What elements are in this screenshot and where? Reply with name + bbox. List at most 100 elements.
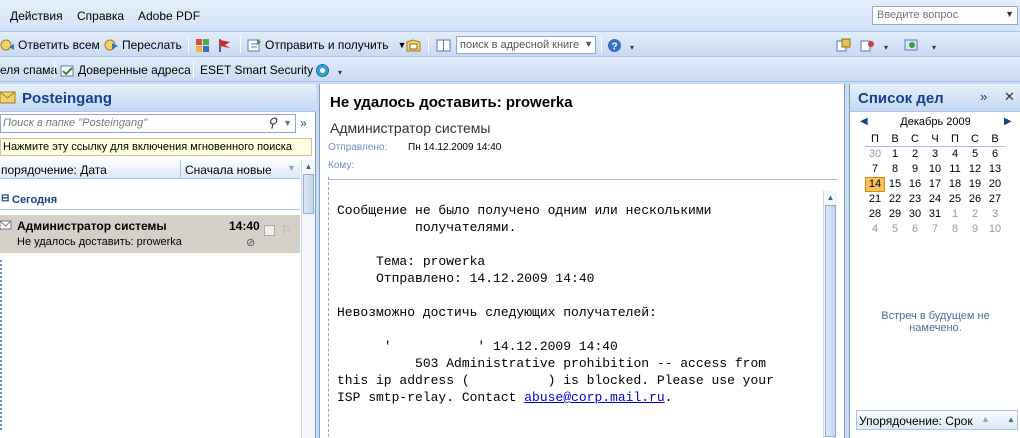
- help-button[interactable]: ?: [607, 36, 625, 54]
- message-row[interactable]: Администратор системы 14:40 Не удалось д…: [0, 215, 300, 253]
- calendar-day[interactable]: 21: [865, 192, 885, 207]
- calendar-day[interactable]: 8: [885, 162, 905, 177]
- calendar-day[interactable]: 12: [965, 162, 985, 177]
- scroll-up-icon[interactable]: ▲: [825, 192, 836, 204]
- calendar-day[interactable]: 11: [945, 162, 965, 177]
- calendar-day[interactable]: 26: [965, 192, 985, 207]
- todo-header: Список дел » ✕: [850, 84, 1020, 112]
- calendar-day[interactable]: 28: [865, 207, 885, 222]
- calendar-day[interactable]: 4: [865, 222, 885, 237]
- scroll-up-icon[interactable]: ▲: [1005, 412, 1017, 428]
- calendar-day[interactable]: 1: [945, 207, 965, 222]
- arrange-by-label[interactable]: порядочение: Дата: [1, 163, 107, 177]
- calendar-day[interactable]: 10: [925, 162, 945, 177]
- menu-help[interactable]: Справка: [77, 9, 124, 23]
- address-book-search-input[interactable]: поиск в адресной книге ▼: [456, 36, 596, 54]
- scroll-thumb[interactable]: [303, 174, 314, 214]
- calendar-day[interactable]: 23: [905, 192, 925, 207]
- reply-all-button[interactable]: Ответить всем: [0, 36, 100, 54]
- category-box[interactable]: [264, 225, 275, 236]
- calendar-day[interactable]: 20: [985, 177, 1005, 192]
- toolbar-options-icon[interactable]: ▾: [630, 44, 637, 52]
- group-today[interactable]: ⊟ Сегодня: [0, 190, 300, 210]
- message-list-scrollbar[interactable]: ▲: [301, 160, 315, 438]
- calendar-day[interactable]: 4: [945, 147, 965, 162]
- calendar-day[interactable]: 7: [865, 162, 885, 177]
- calendar-day[interactable]: 2: [905, 147, 925, 162]
- calendar-day[interactable]: 3: [985, 207, 1005, 222]
- folder-search-placeholder: Поиск в папке "Posteingang": [3, 117, 148, 129]
- calendar-day[interactable]: 13: [985, 162, 1005, 177]
- calendar-day[interactable]: 19: [965, 177, 985, 192]
- next-month-icon[interactable]: ▶: [1004, 116, 1012, 127]
- toolbar-options-icon[interactable]: ▾: [338, 69, 345, 77]
- calendar-day[interactable]: 2: [965, 207, 985, 222]
- toolbar-options-icon[interactable]: ▾: [884, 44, 891, 52]
- chevron-down-icon[interactable]: ▼: [283, 118, 292, 128]
- rules-button[interactable]: [836, 36, 854, 54]
- scroll-up-icon[interactable]: ▲: [303, 161, 314, 173]
- anti-spam-button[interactable]: [904, 36, 922, 54]
- calendar-day[interactable]: 1: [885, 147, 905, 162]
- search-icon[interactable]: ⚲: [267, 115, 277, 131]
- calendar-day[interactable]: 31: [925, 207, 945, 222]
- chevron-down-icon[interactable]: ▼: [1005, 9, 1014, 19]
- calendar-day[interactable]: 15: [885, 177, 905, 192]
- calendar-day[interactable]: 30: [905, 207, 925, 222]
- menu-adobe-pdf[interactable]: Adobe PDF: [138, 9, 200, 23]
- trusted-addresses-button[interactable]: Доверенные адреса: [60, 61, 191, 79]
- calendar-day[interactable]: 18: [945, 177, 965, 192]
- todo-arrange-label[interactable]: Упорядочение: Срок: [859, 414, 973, 428]
- weekday-header: С: [905, 132, 925, 147]
- eset-status-icon: [315, 63, 330, 78]
- menu-actions[interactable]: Действия: [10, 9, 63, 23]
- expand-search-icon[interactable]: »: [300, 116, 307, 130]
- todo-arrange-header[interactable]: Упорядочение: Срок ▲ ▲: [856, 410, 1018, 430]
- toolbar-options-icon[interactable]: ▾: [932, 44, 939, 52]
- address-book-button[interactable]: [406, 36, 424, 54]
- collapse-icon[interactable]: ⊟: [1, 193, 9, 204]
- abuse-email-link[interactable]: abuse@corp.mail.ru: [524, 390, 664, 405]
- minimize-pane-icon[interactable]: »: [980, 89, 987, 104]
- calendar-day[interactable]: 6: [985, 147, 1005, 162]
- calendar-day[interactable]: 5: [885, 222, 905, 237]
- follow-up-flag-button[interactable]: [217, 36, 235, 54]
- ask-question-input[interactable]: Введите вопрос ▼: [872, 6, 1018, 25]
- arrange-by-header[interactable]: порядочение: Дата Сначала новые ▼: [0, 160, 300, 179]
- spam-button[interactable]: еля спама: [0, 61, 57, 79]
- calendar-day[interactable]: 10: [985, 222, 1005, 237]
- calendar-day[interactable]: 5: [965, 147, 985, 162]
- close-icon[interactable]: ✕: [1004, 89, 1015, 105]
- forward-button[interactable]: Переслать: [104, 36, 182, 54]
- folder-search-input[interactable]: Поиск в папке "Posteingang" ⚲ ▼: [0, 114, 296, 133]
- flag-icon[interactable]: ⚐: [281, 223, 292, 237]
- eset-smart-security-button[interactable]: ESET Smart Security ▼: [200, 61, 324, 79]
- eset-status-button[interactable]: [315, 61, 333, 79]
- reading-pane-scrollbar[interactable]: ▲: [823, 191, 837, 438]
- calendar-day[interactable]: 9: [905, 162, 925, 177]
- calendar-day[interactable]: 14: [865, 177, 885, 192]
- calendar-month: Декабрь 2009: [900, 116, 971, 128]
- calendar-day[interactable]: 9: [965, 222, 985, 237]
- calendar-day[interactable]: 22: [885, 192, 905, 207]
- instant-search-link[interactable]: Нажмите эту ссылку для включения мгновен…: [0, 138, 312, 156]
- calendar-day[interactable]: 17: [925, 177, 945, 192]
- calendar-day[interactable]: 24: [925, 192, 945, 207]
- scroll-thumb[interactable]: [825, 205, 836, 437]
- calendar-day[interactable]: 29: [885, 207, 905, 222]
- categorize-button[interactable]: [195, 36, 213, 54]
- email-sender[interactable]: Администратор системы: [330, 120, 490, 136]
- calendar-day[interactable]: 7: [925, 222, 945, 237]
- sort-arrow-icon: ▲: [981, 414, 990, 424]
- calendar-day[interactable]: 27: [985, 192, 1005, 207]
- calendar-day[interactable]: 30: [865, 147, 885, 162]
- calendar-day[interactable]: 16: [905, 177, 925, 192]
- send-receive-button[interactable]: Отправить и получить ▼: [247, 36, 406, 54]
- calendar-day[interactable]: 3: [925, 147, 945, 162]
- organize-button[interactable]: [860, 36, 878, 54]
- sort-order-label[interactable]: Сначала новые: [185, 163, 272, 177]
- calendar-day[interactable]: 8: [945, 222, 965, 237]
- calendar-day[interactable]: 25: [945, 192, 965, 207]
- calendar-day[interactable]: 6: [905, 222, 925, 237]
- chevron-down-icon[interactable]: ▼: [584, 39, 593, 49]
